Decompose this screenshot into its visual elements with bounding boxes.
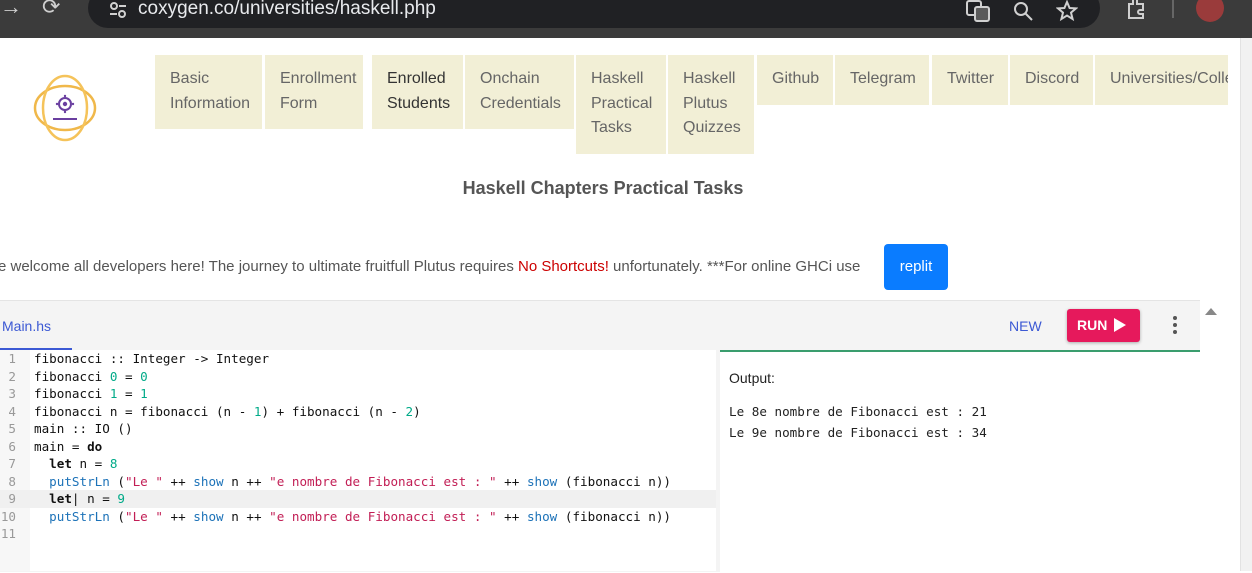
welcome-message: e welcome all developers here! The journ… bbox=[0, 258, 860, 275]
code-line-active[interactable]: 9 let| n = 9 bbox=[0, 490, 716, 508]
run-button[interactable]: RUN bbox=[1067, 309, 1140, 342]
line-number: 10 bbox=[0, 508, 16, 524]
browser-toolbar: → ⟳ coxygen.co/universities/haskell.php bbox=[0, 0, 1252, 38]
code-line[interactable]: 5 main :: IO () bbox=[0, 420, 716, 438]
toolbar-divider bbox=[1172, 0, 1174, 18]
new-button[interactable]: NEW bbox=[1009, 318, 1042, 334]
run-label: RUN bbox=[1077, 317, 1108, 333]
line-number: 8 bbox=[8, 473, 16, 489]
line-number: 2 bbox=[8, 368, 16, 384]
nav-basic-information[interactable]: Basic Information bbox=[155, 55, 262, 129]
line-number: 6 bbox=[8, 438, 16, 454]
code-line[interactable]: 4 fibonacci n = fibonacci (n - 1) + fibon… bbox=[0, 403, 716, 421]
output-line: Le 8e nombre de Fibonacci est : 21 bbox=[729, 404, 987, 419]
profile-avatar[interactable] bbox=[1196, 0, 1224, 22]
nav-github[interactable]: Github bbox=[757, 55, 833, 105]
page-title: Haskell Chapters Practical Tasks bbox=[462, 178, 744, 198]
welcome-suffix: unfortunately. ***For online GHCi use bbox=[608, 258, 861, 275]
line-number: 5 bbox=[8, 421, 16, 436]
code-line[interactable]: 2 fibonacci 0 = 0 bbox=[0, 368, 716, 386]
welcome-prefix: e welcome all developers here! The journ… bbox=[0, 258, 518, 275]
line-number: 1 bbox=[8, 351, 16, 366]
editor-scrollbar[interactable] bbox=[1200, 300, 1222, 571]
nav-telegram[interactable]: Telegram bbox=[835, 55, 929, 105]
code-line[interactable]: 6 main = do bbox=[0, 438, 716, 456]
nav-twitter[interactable]: Twitter bbox=[932, 55, 1008, 105]
output-panel bbox=[720, 350, 1200, 573]
nav-haskell-plutus-quizzes[interactable]: Haskell Plutus Quizzes bbox=[668, 55, 754, 154]
url-text[interactable]: coxygen.co/universities/haskell.php bbox=[138, 0, 436, 20]
page-scrollbar[interactable] bbox=[1240, 38, 1252, 571]
address-bar[interactable]: coxygen.co/universities/haskell.php bbox=[88, 0, 1100, 28]
zoom-icon[interactable] bbox=[1012, 0, 1034, 28]
site-settings-icon[interactable] bbox=[108, 0, 130, 22]
code-line[interactable]: 1 fibonacci :: Integer -> Integer bbox=[0, 350, 716, 368]
no-shortcuts-warning: No Shortcuts! bbox=[517, 258, 609, 275]
line-number: 4 bbox=[8, 403, 16, 419]
output-label: Output: bbox=[729, 370, 775, 386]
forward-icon[interactable]: → bbox=[0, 0, 22, 20]
scroll-up-arrow-icon[interactable] bbox=[1205, 308, 1217, 315]
replit-button[interactable]: replit bbox=[884, 244, 948, 290]
output-line: Le 9e nombre de Fibonacci est : 34 bbox=[729, 425, 987, 440]
bookmark-star-icon[interactable] bbox=[1055, 0, 1079, 28]
tab-main-hs[interactable]: Main.hs bbox=[2, 318, 51, 334]
line-number: 3 bbox=[8, 386, 16, 401]
code-line[interactable]: 8 putStrLn ("Le " ++ show n ++ "e nombre… bbox=[0, 473, 716, 491]
nav-discord[interactable]: Discord bbox=[1010, 55, 1093, 105]
more-options-icon[interactable] bbox=[1166, 312, 1184, 338]
nav-onchain-credentials[interactable]: Onchain Credentials bbox=[465, 55, 574, 129]
nav-universities-colleges[interactable]: Universities/Colle bbox=[1095, 55, 1228, 105]
code-line[interactable]: 7 let n = 8 bbox=[0, 455, 716, 473]
line-number: 11 bbox=[0, 526, 16, 541]
code-line[interactable]: 3 fibonacci 1 = 1 bbox=[0, 385, 716, 403]
code-line[interactable]: 11 bbox=[0, 525, 716, 543]
translate-icon[interactable] bbox=[966, 0, 990, 28]
extensions-icon[interactable] bbox=[1124, 0, 1150, 26]
nav-enrollment-form[interactable]: Enrollment Form bbox=[265, 55, 363, 129]
line-number: 9 bbox=[8, 491, 16, 506]
nav-haskell-practical-tasks[interactable]: Haskell Practical Tasks bbox=[576, 55, 666, 154]
code-line[interactable]: 10 putStrLn ("Le " ++ show n ++ "e nombr… bbox=[0, 508, 716, 526]
play-icon bbox=[1114, 318, 1126, 332]
line-number: 7 bbox=[8, 456, 16, 471]
reload-icon[interactable]: ⟳ bbox=[42, 0, 60, 20]
nav-enrolled-students[interactable]: Enrolled Students bbox=[372, 55, 463, 129]
site-logo[interactable] bbox=[32, 68, 98, 148]
